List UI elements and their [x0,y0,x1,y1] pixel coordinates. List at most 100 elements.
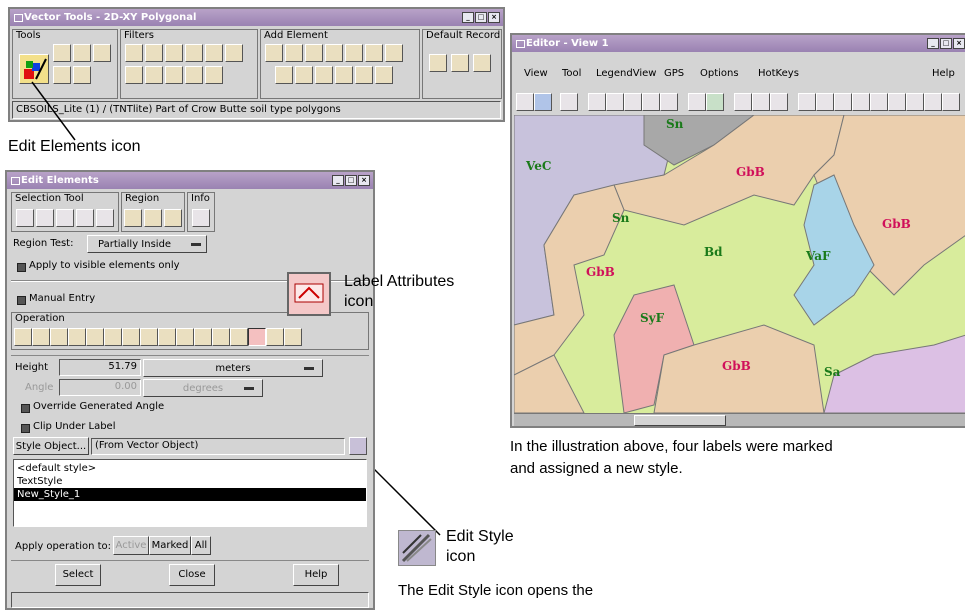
minimize-icon[interactable]: _ [927,38,939,49]
zoom-icon[interactable] [588,93,606,111]
delete-icon[interactable] [284,328,302,346]
edit-elements-titlebar[interactable]: Edit Elements _ □ × [7,172,373,189]
menu-legendview[interactable]: LegendView [596,68,656,79]
minimize-icon[interactable]: _ [332,175,344,186]
map-label[interactable]: Sn [666,117,683,131]
operation-icon[interactable] [266,328,284,346]
editor-titlebar[interactable]: Editor - View 1 _ □ × [512,35,965,52]
map-label[interactable]: VaF [806,249,831,263]
maximize-icon[interactable]: □ [345,175,357,186]
scrollbar-thumb[interactable] [634,415,726,426]
circle-select-icon[interactable] [56,209,74,227]
select-label: Select [62,569,94,580]
operation-icon[interactable] [122,328,140,346]
map-label[interactable]: GbB [722,359,751,373]
horizontal-scrollbar[interactable] [514,413,965,426]
style-object-field[interactable]: (From Vector Object) [91,438,345,455]
toolbar-icon[interactable] [906,93,924,111]
map-label[interactable]: GbB [882,217,911,231]
operation-icon[interactable] [86,328,104,346]
help-button[interactable]: Help [293,564,339,586]
map-label[interactable]: Sn [612,211,629,225]
operation-icon[interactable] [68,328,86,346]
operation-icon[interactable] [14,328,32,346]
operation-icon[interactable] [230,328,248,346]
map-label[interactable]: GbB [586,265,615,279]
clip-under-checkbox[interactable] [21,424,30,433]
toolbar-icon[interactable] [660,93,678,111]
operation-icon[interactable] [32,328,50,346]
menu-view[interactable]: View [524,68,548,79]
menu-hotkeys[interactable]: HotKeys [758,68,799,79]
toolbar-icon[interactable] [942,93,960,111]
select-button[interactable]: Select [55,564,101,586]
polygon-select-icon[interactable] [76,209,94,227]
style-list-item-selected[interactable]: New_Style_1 [14,488,366,501]
menu-help[interactable]: Help [932,68,955,79]
region-select-icon[interactable] [96,209,114,227]
toolbar-icon[interactable] [834,93,852,111]
toolbar-icon[interactable] [706,93,724,111]
zoom-out-icon[interactable] [624,93,642,111]
region-icon[interactable] [144,209,162,227]
manual-entry-checkbox[interactable] [17,296,26,305]
toolbar-icon[interactable] [734,93,752,111]
map-label[interactable]: VeC [526,159,551,173]
toolbar-icon[interactable] [642,93,660,111]
height-input[interactable]: 51.79 [59,359,141,376]
info-icon[interactable] [192,209,210,227]
toolbar-icon[interactable] [870,93,888,111]
apply-all-button[interactable]: All [191,536,211,555]
operation-icon[interactable] [158,328,176,346]
menu-options[interactable]: Options [700,68,739,79]
label-attributes-icon-small[interactable] [248,328,266,346]
toolbar-icon[interactable] [516,93,534,111]
menu-tool[interactable]: Tool [562,68,581,79]
menu-gps[interactable]: GPS [664,68,684,79]
style-object-button[interactable]: Style Object... [13,437,89,455]
region-test-label: Region Test: [13,238,74,249]
region-icon[interactable] [124,209,142,227]
operation-icon[interactable] [104,328,122,346]
map-label[interactable]: GbB [736,165,765,179]
style-list-item[interactable]: <default style> [14,462,366,475]
height-unit-dropdown[interactable]: meters [143,359,323,377]
edit-style-icon-small[interactable] [349,437,367,455]
toolbar-icon[interactable] [924,93,942,111]
selection-tool-group: Selection Tool [11,192,119,232]
operation-icon[interactable] [140,328,158,346]
map-label[interactable]: SyF [640,311,664,325]
toolbar-icon[interactable] [560,93,578,111]
toolbar-icon[interactable] [770,93,788,111]
map-label[interactable]: Sa [824,365,840,379]
maximize-icon[interactable]: □ [940,38,952,49]
operation-icon[interactable] [50,328,68,346]
map-canvas[interactable]: Sn VeC GbB Sn GbB Bd VaF GbB SyF GbB Sa [514,115,965,413]
toolbar-icon[interactable] [798,93,816,111]
close-icon[interactable]: × [953,38,965,49]
toolbar-icon[interactable] [752,93,770,111]
box-select-icon[interactable] [36,209,54,227]
close-button[interactable]: Close [169,564,215,586]
region-icon[interactable] [164,209,182,227]
operation-icon[interactable] [212,328,230,346]
style-list[interactable]: <default style> TextStyle New_Style_1 [13,459,367,527]
apply-visible-checkbox[interactable] [17,263,26,272]
close-icon[interactable]: × [358,175,370,186]
apply-marked-button[interactable]: Marked [149,536,191,555]
toolbar-icon[interactable] [534,93,552,111]
system-menu-icon[interactable] [11,177,20,185]
point-select-icon[interactable] [16,209,34,227]
override-angle-checkbox[interactable] [21,404,30,413]
operation-icon[interactable] [194,328,212,346]
region-test-dropdown[interactable]: Partially Inside [87,235,207,253]
toolbar-icon[interactable] [888,93,906,111]
map-label[interactable]: Bd [704,245,723,259]
operation-icon[interactable] [176,328,194,346]
toolbar-icon[interactable] [852,93,870,111]
zoom-in-icon[interactable] [606,93,624,111]
toolbar-icon[interactable] [816,93,834,111]
toolbar-icon[interactable] [688,93,706,111]
system-menu-icon[interactable] [516,40,525,48]
style-list-item[interactable]: TextStyle [14,475,366,488]
